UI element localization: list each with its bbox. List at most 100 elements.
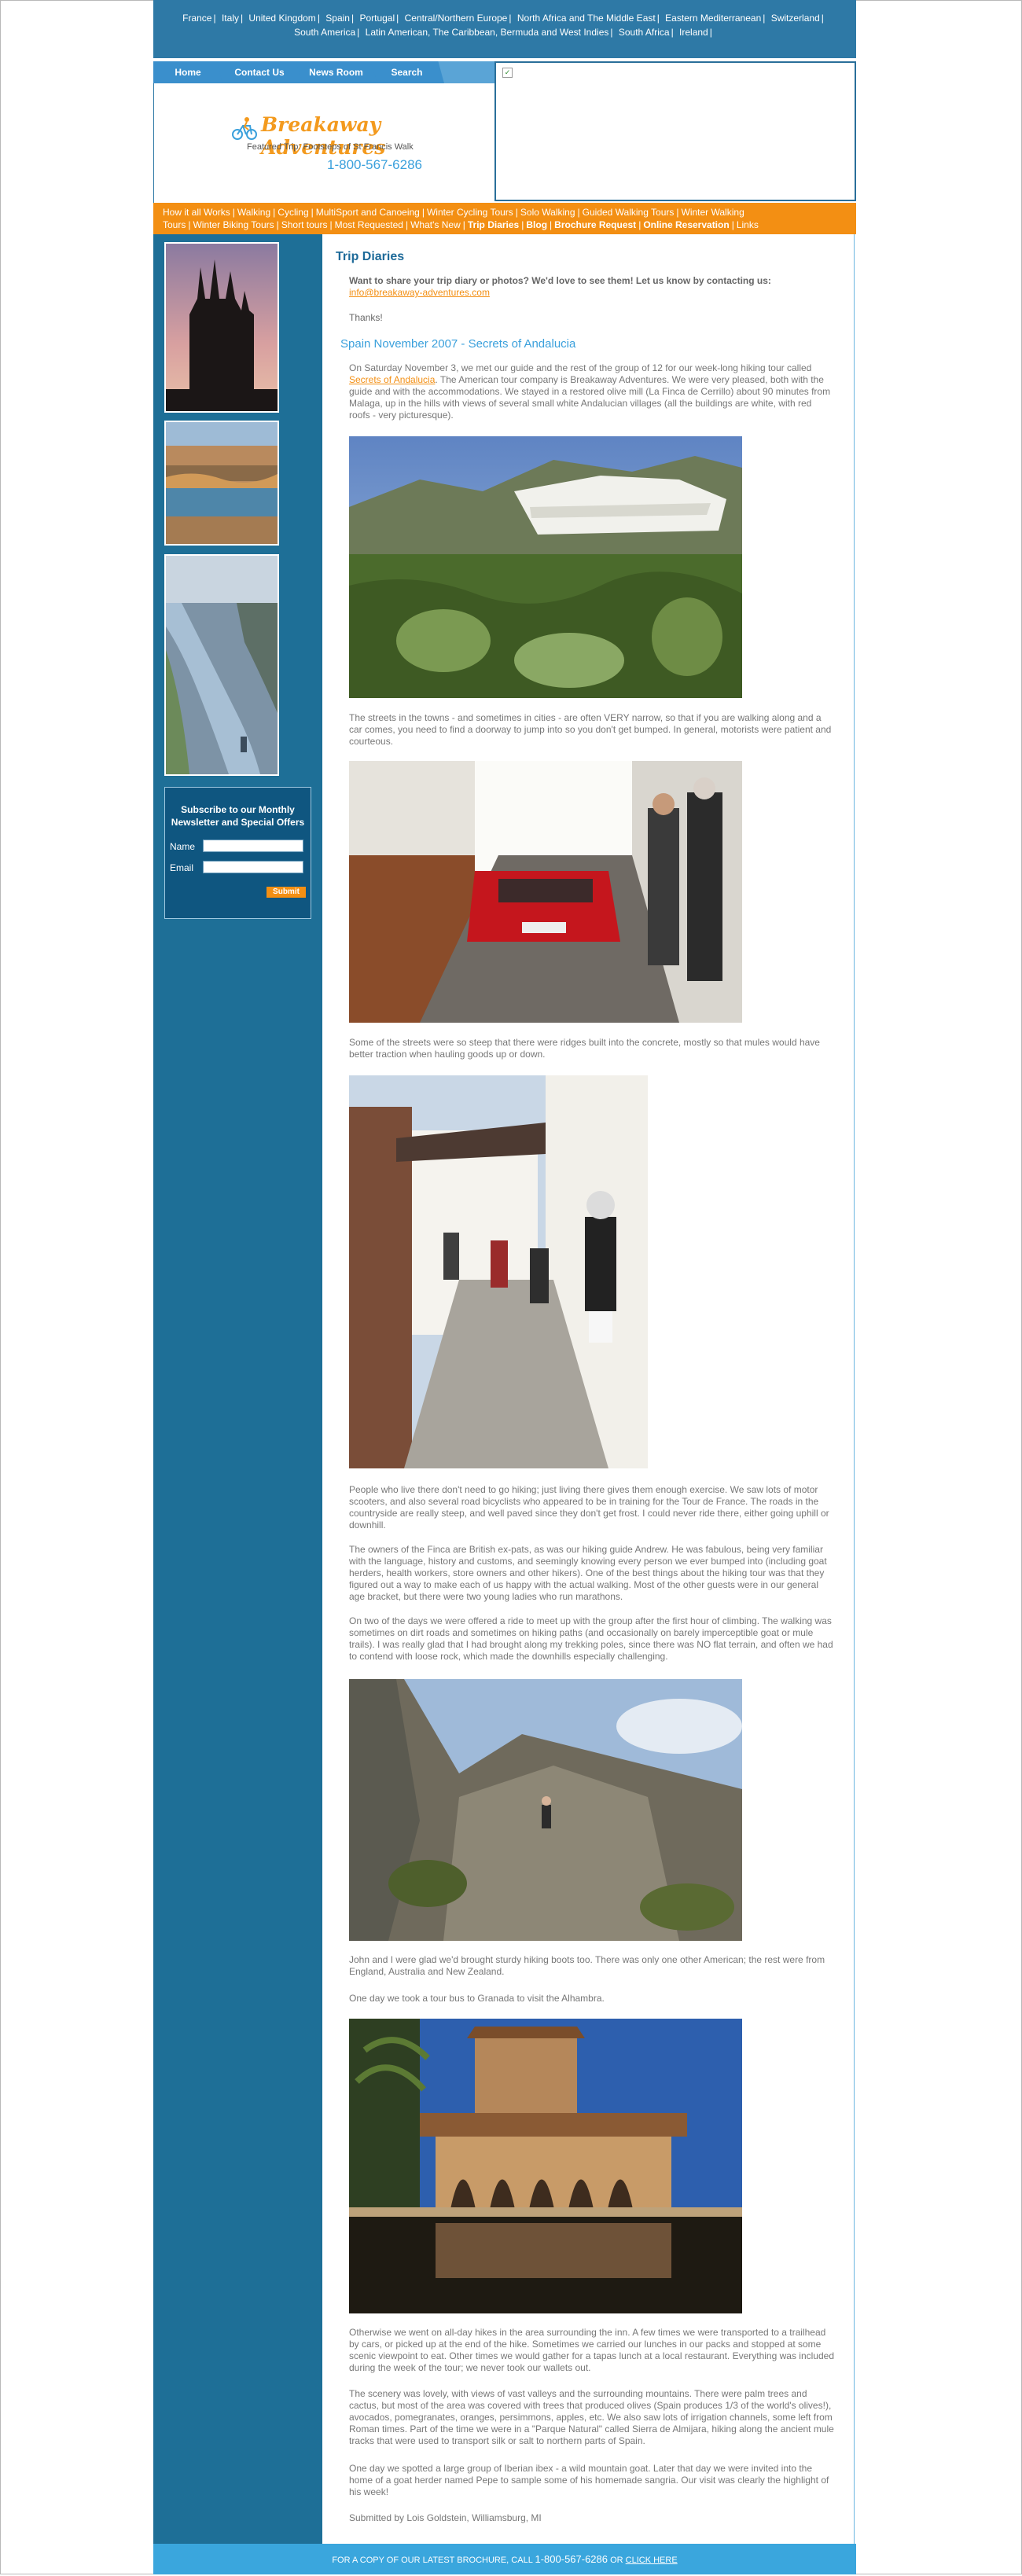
country-link[interactable]: Portugal [359,13,395,24]
sidebar-photo-cathedral [164,242,279,413]
footer-prefix: FOR A COPY OF OUR LATEST BROCHURE, CALL [332,2556,533,2565]
nav-link[interactable]: What's New [410,219,461,230]
photo-rocky-trail [349,1679,742,1941]
separator: | [671,27,674,38]
separator: | [240,13,244,24]
country-link[interactable]: Switzerland [771,13,820,24]
nav-link[interactable]: Winter Cycling Tours [427,207,513,218]
logo-phone: 1-800-567-6286 [327,157,422,172]
separator: | [521,219,524,230]
tour-link[interactable]: Secrets of Andalucia [349,374,435,385]
nav-link[interactable]: Walking [237,207,270,218]
name-label: Name [170,841,196,852]
main-nav: How it all Works | Walking | Cycling | MultiSp… [153,203,856,234]
country-link[interactable]: France [182,13,211,24]
tab-contact-us[interactable]: Contact Us [216,61,303,83]
separator: | [276,219,279,230]
logo[interactable]: Breakaway Adventures Featured Trip: Foot… [153,83,494,203]
submitted-by: Submitted by Lois Goldstein, Williamsbur… [349,2512,542,2523]
nav-link[interactable]: Brochure Request [554,219,636,230]
separator: | [351,13,355,24]
click-here-link[interactable]: CLICK HERE [626,2556,678,2565]
nav-link[interactable]: Short tours [281,219,328,230]
country-list: France | Italy | United Kingdom | Spain | Po… [169,11,840,39]
nav-link[interactable]: Guided Walking Tours [583,207,675,218]
country-link[interactable]: Eastern Mediterranean [665,13,761,24]
paragraph-1: On Saturday November 3, we met our guide… [349,362,835,421]
nav-link[interactable]: Winter Biking Tours [193,219,274,230]
nav-link[interactable]: How it all Works [163,207,230,218]
nav-link[interactable]: Blog [526,219,547,230]
country-link[interactable]: South America [294,27,355,38]
nav-link[interactable]: MultiSport and Canoeing [316,207,420,218]
country-link[interactable]: South Africa [619,27,670,38]
separator: | [421,207,425,218]
nav-link[interactable]: Solo Walking [520,207,575,218]
newsletter-form: Subscribe to our Monthly Newsletter and … [164,787,311,919]
tab-search[interactable]: Search [369,61,444,83]
footer-or: OR [610,2556,626,2565]
country-link[interactable]: Italy [222,13,239,24]
paragraph-1-start: On Saturday November 3, we met our guide… [349,362,812,373]
content-border [854,234,855,2544]
paragraph-3: Some of the streets were so steep that t… [349,1037,820,1060]
cyclist-logo-icon [232,117,257,140]
footer: FOR A COPY OF OUR LATEST BROCHURE, CALL … [153,2544,856,2574]
paragraph-6: On two of the days we were offered a rid… [349,1615,833,1662]
paragraph-11: One day we spotted a large group of Iber… [349,2463,829,2497]
country-link[interactable]: United Kingdom [248,13,315,24]
separator: | [515,207,518,218]
nav-tabs: Search News Room Contact Us Home [153,61,494,83]
paragraph-5: The owners of the Finca are British ex-p… [349,1544,827,1602]
nav-link[interactable]: Online Reservation [643,219,729,230]
separator: | [821,13,824,24]
paragraph-2: The streets in the towns - and sometimes… [349,712,832,747]
thanks-text: Thanks! [349,312,383,323]
separator: | [731,219,734,230]
country-bar: France | Italy | United Kingdom | Spain | Po… [153,0,856,58]
separator: | [763,13,766,24]
diary-title: Spain November 2007 - Secrets of Andaluc… [340,337,576,351]
country-link[interactable]: Latin American, The Caribbean, Bermuda a… [366,27,609,38]
logo-name: Breakaway Adventures [261,113,386,159]
separator: | [357,27,360,38]
separator: | [329,219,333,230]
tab-news-room[interactable]: News Room [295,61,377,83]
sidebar-photo-florence [164,421,279,546]
sidebar-photo-river [164,554,279,776]
paragraph-4: People who live there don't need to go h… [349,1484,829,1531]
separator: | [396,13,399,24]
separator: | [577,207,580,218]
tab-home[interactable]: Home [153,61,222,83]
nav-link[interactable]: Most Requested [335,219,403,230]
footer-phone: 1-800-567-6286 [535,2553,608,2565]
country-link[interactable]: North Africa and The Middle East [517,13,656,24]
paragraph-10: The scenery was lovely, with views of va… [349,2388,834,2446]
separator: | [317,13,320,24]
separator: | [656,13,660,24]
separator: | [273,207,276,218]
country-link[interactable]: Central/Northern Europe [405,13,508,24]
contact-email-link[interactable]: info@breakaway-adventures.com [349,287,490,298]
sidebar: Subscribe to our Monthly Newsletter and … [153,234,322,2544]
separator: | [676,207,679,218]
email-field[interactable] [203,861,303,873]
country-link[interactable]: Spain [325,13,350,24]
submit-button[interactable]: Submit [267,887,306,898]
email-label: Email [170,862,194,873]
broken-image-icon: ✓ [502,68,513,78]
nav-link[interactable]: Cycling [278,207,308,218]
separator: | [188,219,191,230]
separator: | [462,219,465,230]
nav-link[interactable]: Links [737,219,759,230]
banner-box: ✓ [494,61,856,201]
separator: | [311,207,314,218]
paragraph-8: One day we took a tour bus to Granada to… [349,1993,605,2004]
separator: | [610,27,613,38]
page-title: Trip Diaries [336,250,405,263]
paragraph-9: Otherwise we went on all-day hikes in th… [349,2327,834,2373]
country-link[interactable]: Ireland [679,27,708,38]
nav-link[interactable]: Trip Diaries [468,219,519,230]
name-field[interactable] [203,840,303,852]
separator: | [638,219,642,230]
